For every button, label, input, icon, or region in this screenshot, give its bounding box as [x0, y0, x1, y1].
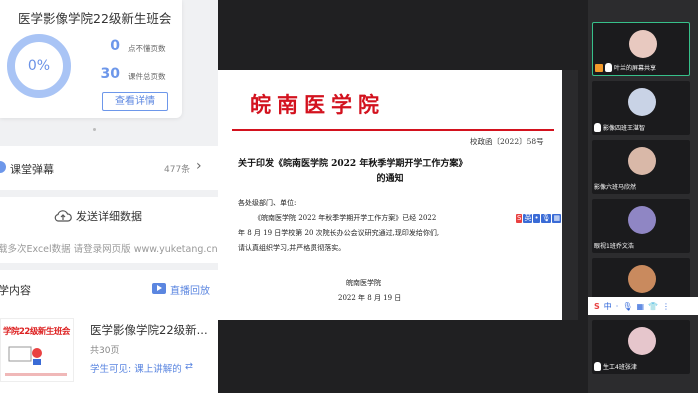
doc-body-line1: 《皖南医学院 2022 年秋季学期开学工作方案》已经 2022	[254, 214, 437, 222]
participant-tile[interactable]: 影像六班马欣然	[592, 140, 690, 194]
teaching-content-section: 学内容 直播回放 学院22级新生班会 医学影像学院22级新... 共30页 学生…	[0, 270, 218, 393]
ime-keyboard-icon: ▦	[636, 301, 645, 311]
participant-name: 生工4班张津	[603, 364, 637, 371]
progress-ring: 0%	[7, 34, 71, 98]
doc-signature: 皖南医学院	[346, 279, 381, 287]
doc-salutation: 各处级部门、单位:	[238, 199, 297, 207]
chevron-right-icon: ›	[196, 158, 202, 174]
ime-toolbar[interactable]: S 中 · 🎙 ▦ 👕 ⋮	[588, 297, 698, 315]
progress-value: 0%	[27, 58, 51, 74]
participant-tag: 影像六班马欣然	[594, 181, 636, 192]
danmaku-title: 课堂弹幕	[10, 163, 54, 176]
ime-more-icon: ⋮	[662, 301, 670, 311]
mic-icon	[605, 63, 612, 72]
screen-share-icon	[595, 63, 603, 72]
avatar	[628, 206, 656, 234]
avatar	[629, 30, 657, 58]
participant-tag: 影像四班王湛智	[594, 122, 645, 133]
participant-name: 影像四班王湛智	[603, 125, 646, 132]
doc-letterhead: 皖南医学院	[250, 92, 385, 117]
participant-tag: 眼视1班乔文浩	[594, 240, 634, 251]
send-data-title: 发送详细数据	[76, 210, 142, 223]
doc-title-line1: 关于印发《皖南医学院 2022 年秋季学期开学工作方案》	[238, 159, 468, 169]
replay-icon[interactable]	[152, 283, 166, 294]
courseware-pages: 共30页	[90, 346, 120, 356]
participant-tile[interactable]: 影像四班王湛智	[592, 81, 690, 135]
participant-tile[interactable]: 生工4班张津	[592, 320, 690, 374]
participant-name: 叶兰的屏幕共享	[614, 65, 657, 72]
doc-title-line2: 的通知	[376, 174, 404, 184]
ime-punct-icon: ·	[615, 301, 619, 311]
danmaku-count: 477条	[164, 165, 191, 175]
ime-mic-icon: 🎙	[622, 301, 633, 311]
courseware-title[interactable]: 医学影像学院22级新...	[90, 322, 208, 338]
class-title: 医学影像学院22级新生班会	[18, 11, 172, 26]
participant-name: 影像六班马欣然	[594, 184, 637, 191]
mic-icon	[594, 362, 601, 371]
ime-keyboard-icon: ▦	[552, 213, 562, 223]
letterhead-rule	[232, 129, 554, 131]
left-panel: 医学影像学院22级新生班会 0% 0 点不懂页数 30 课件总页数 查看详情 课…	[0, 0, 218, 393]
link-icon[interactable]: ⇄	[185, 361, 193, 372]
participant-tag: 叶兰的屏幕共享	[595, 62, 656, 73]
send-data-row[interactable]: 发送详细数据 载多次Excel数据 请登录网页版 www.yuketang.cn	[0, 197, 218, 263]
doc-body-line3: 请认真组织学习,并严格贯彻落实。	[238, 244, 346, 252]
danmaku-icon	[0, 161, 6, 173]
pager-dot	[93, 128, 96, 131]
courseware-thumbnail[interactable]: 学院22级新生班会	[0, 318, 74, 382]
participant-tile[interactable]: 叶兰的屏幕共享	[592, 22, 690, 76]
thumbnail-footer	[5, 373, 67, 376]
total-pages-count: 30	[100, 66, 120, 82]
view-details-button[interactable]: 查看详情	[102, 92, 168, 111]
visibility-label: 学生可见: 课上讲解的	[90, 364, 182, 375]
thumbnail-title: 学院22级新生班会	[3, 327, 70, 337]
send-data-subtitle: 载多次Excel数据 请登录网页版 www.yuketang.cn	[0, 244, 218, 255]
ime-mic-icon: 🎙	[540, 213, 552, 223]
doc-reference-number: 校政函〔2022〕58号	[470, 137, 544, 146]
shared-screen: 皖南医学院 校政函〔2022〕58号 关于印发《皖南医学院 2022 年秋季学期…	[218, 0, 588, 393]
live-replay-link[interactable]: 直播回放	[170, 282, 210, 297]
participant-tile[interactable]: 眼视1班乔文浩	[592, 199, 690, 253]
unclear-pages-label: 点不懂页数	[128, 44, 166, 53]
document-scrollbar[interactable]	[562, 70, 578, 320]
class-summary-card: 医学影像学院22级新生班会 0% 0 点不懂页数 30 课件总页数 查看详情	[0, 0, 182, 118]
ime-logo-icon: S	[594, 301, 600, 311]
ime-lang-icon: 中	[603, 301, 612, 311]
avatar	[628, 327, 656, 355]
total-pages-label: 课件总页数	[128, 72, 166, 81]
thumbnail-illustration	[8, 346, 42, 365]
unclear-pages-count: 0	[110, 38, 120, 54]
avatar	[628, 147, 656, 175]
ime-skin-icon: 👕	[648, 301, 658, 311]
ime-punct-icon: •	[533, 213, 540, 223]
doc-body-line2: 年 8 月 19 日学校第 20 次院长办公会议研究通过,现印发给你们,	[238, 229, 440, 237]
cloud-upload-icon	[54, 210, 72, 222]
avatar	[628, 265, 656, 293]
content-title: 学内容	[0, 284, 31, 297]
participant-name: 眼视1班乔文浩	[594, 243, 634, 250]
danmaku-row[interactable]: 课堂弹幕 477条 ›	[0, 146, 218, 190]
ime-logo-icon: S	[516, 213, 523, 223]
mic-icon	[594, 123, 601, 132]
doc-date: 2022 年 8 月 19 日	[338, 294, 402, 302]
shared-document: 皖南医学院 校政函〔2022〕58号 关于印发《皖南医学院 2022 年秋季学期…	[218, 70, 573, 320]
participant-tag: 生工4班张津	[594, 361, 637, 372]
participant-list: 叶兰的屏幕共享 影像四班王湛智 影像六班马欣然 眼视1班乔文浩 S 中 · 🎙 …	[588, 0, 698, 393]
avatar	[628, 88, 656, 116]
ime-lang-icon: 英	[523, 213, 533, 223]
